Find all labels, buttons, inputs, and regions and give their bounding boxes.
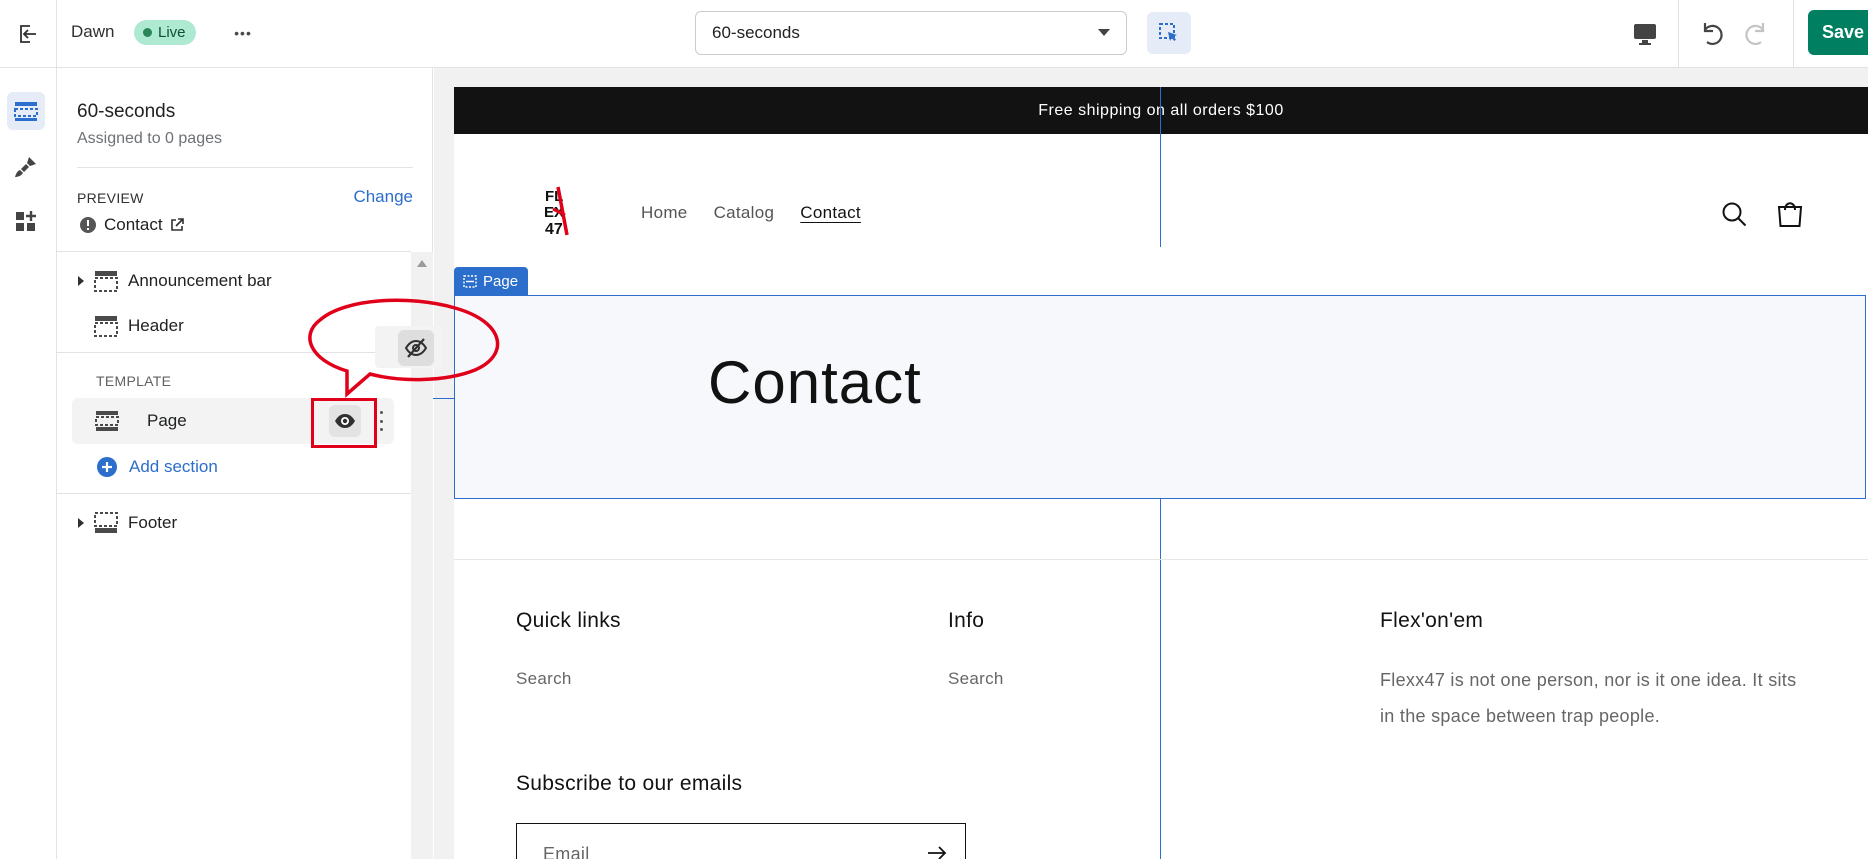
- external-link-icon: [170, 218, 184, 231]
- footer-brand-heading: Flex'on'em: [1380, 609, 1484, 632]
- preview-page-link[interactable]: Contact: [79, 213, 184, 237]
- sidebar-divider: [77, 167, 413, 168]
- more-actions-button[interactable]: •••: [228, 20, 258, 46]
- footer-divider: [454, 559, 1868, 560]
- section-icon: [94, 271, 118, 292]
- footer-link-search[interactable]: Search: [516, 669, 572, 689]
- footer-link-search[interactable]: Search: [948, 669, 1004, 689]
- sections-tab-button[interactable]: [7, 92, 45, 130]
- change-preview-link[interactable]: Change: [353, 187, 413, 207]
- template-assignment: Assigned to 0 pages: [77, 130, 222, 147]
- page-heading: Contact: [708, 349, 922, 416]
- section-item-label: Header: [128, 316, 184, 335]
- undo-icon: [1703, 23, 1723, 45]
- plus-circle-icon: [97, 457, 117, 477]
- inspector-toggle-button[interactable]: [1147, 12, 1191, 54]
- search-icon[interactable]: [1720, 200, 1748, 228]
- main-navigation: Home Catalog Contact: [641, 203, 861, 223]
- select-cursor-icon: [1159, 23, 1177, 41]
- page-section[interactable]: Contact: [454, 295, 1866, 499]
- redo-button[interactable]: [1738, 14, 1776, 52]
- footer-info-heading: Info: [948, 609, 985, 632]
- annotation-highlight-box: [311, 398, 377, 448]
- paintbrush-icon: [15, 157, 36, 177]
- layout-guide-line: [1160, 87, 1161, 247]
- section-icon: [94, 316, 118, 337]
- page-section-tag-label: Page: [483, 273, 519, 290]
- exit-button[interactable]: [0, 0, 57, 67]
- preview-page-name: Contact: [104, 215, 163, 234]
- arrow-right-icon[interactable]: [927, 846, 947, 859]
- theme-settings-tab-button[interactable]: [7, 148, 45, 186]
- apps-tab-button[interactable]: [7, 203, 45, 241]
- chevron-down-icon: [1098, 29, 1110, 36]
- topbar-divider: [1678, 0, 1679, 67]
- topbar-divider: [1793, 0, 1794, 67]
- section-icon: [95, 411, 119, 431]
- add-section-label: Add section: [129, 457, 218, 476]
- add-section-button[interactable]: Add section: [97, 452, 218, 482]
- desktop-icon: [1634, 24, 1656, 45]
- undo-button[interactable]: [1692, 14, 1730, 52]
- alert-circle-icon: [80, 217, 96, 233]
- sidebar-divider: [57, 251, 411, 252]
- sections-icon: [14, 102, 38, 121]
- cart-icon[interactable]: [1776, 199, 1804, 229]
- section-item-label: Footer: [128, 513, 178, 532]
- editor-icon-rail: [0, 68, 57, 859]
- redo-icon: [1745, 23, 1765, 45]
- storefront-preview: Free shipping on all orders $100 FL EX 4…: [454, 87, 1868, 859]
- expand-caret-icon[interactable]: [78, 518, 84, 528]
- newsletter-email-input[interactable]: Email: [516, 823, 966, 859]
- email-placeholder: Email: [543, 844, 590, 859]
- expand-caret-icon[interactable]: [78, 276, 84, 286]
- theme-name: Dawn: [71, 22, 115, 41]
- template-selector-value: 60-seconds: [712, 23, 800, 42]
- annotation-callout: [308, 298, 500, 398]
- store-logo[interactable]: FL EX 47: [541, 185, 575, 239]
- section-icon: [94, 512, 118, 533]
- section-icon: [463, 275, 477, 288]
- template-group-label: TEMPLATE: [96, 373, 172, 389]
- live-badge-label: Live: [158, 24, 186, 41]
- section-more-menu-button[interactable]: [378, 411, 384, 431]
- sections-sidebar: 60-seconds Assigned to 0 pages PREVIEW C…: [57, 68, 433, 859]
- svg-text:47: 47: [545, 221, 563, 238]
- announcement-bar[interactable]: Free shipping on all orders $100: [454, 87, 1868, 134]
- section-item-label: Page: [147, 411, 187, 430]
- template-title: 60-seconds: [77, 101, 176, 122]
- template-selector[interactable]: 60-seconds: [695, 11, 1127, 55]
- nav-link-catalog[interactable]: Catalog: [714, 203, 775, 223]
- preview-label: PREVIEW: [77, 190, 144, 206]
- scroll-up-arrow-icon[interactable]: [417, 260, 427, 267]
- live-dot-icon: [143, 28, 152, 37]
- nav-link-contact[interactable]: Contact: [800, 203, 861, 223]
- section-item-footer[interactable]: Footer: [70, 503, 396, 543]
- exit-icon: [20, 24, 36, 43]
- apps-icon: [16, 211, 36, 231]
- live-status-badge: Live: [134, 20, 196, 45]
- section-item-label: Announcement bar: [128, 271, 272, 290]
- footer-quick-links-heading: Quick links: [516, 609, 621, 632]
- layout-guide-line: [1160, 499, 1161, 859]
- save-button[interactable]: Save: [1808, 10, 1868, 55]
- sidebar-divider: [57, 493, 411, 494]
- ellipsis-icon: •••: [234, 25, 252, 41]
- footer-subscribe-heading: Subscribe to our emails: [516, 772, 743, 795]
- desktop-view-button[interactable]: [1626, 16, 1664, 52]
- nav-link-home[interactable]: Home: [641, 203, 688, 223]
- footer-brand-text: Flexx47 is not one person, nor is it one…: [1380, 670, 1797, 726]
- editor-topbar: Dawn Live ••• 60-seconds Save: [0, 0, 1868, 68]
